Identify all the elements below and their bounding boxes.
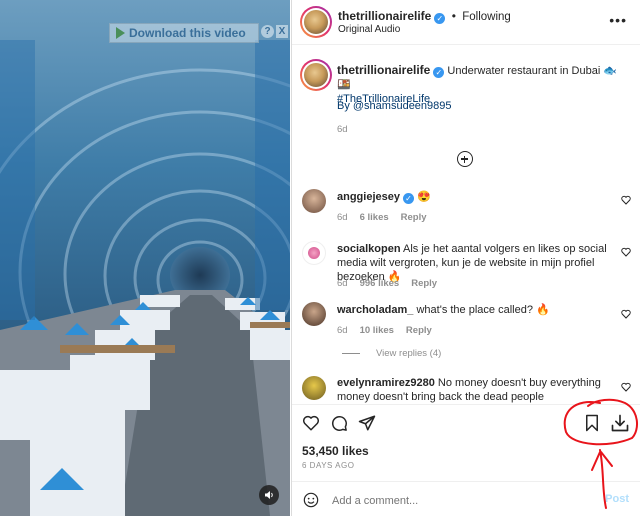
post-panel: thetrillionairelife ✓ • Following Origina… [291, 0, 640, 516]
caption-credit[interactable]: By @shamsudeen9895 [337, 100, 452, 112]
comment-icon[interactable] [330, 414, 348, 432]
comments-section[interactable]: thetrillionairelife ✓ Underwater restaura… [292, 45, 640, 403]
add-comment-bar: Post [292, 481, 640, 518]
close-icon[interactable]: X [276, 25, 288, 38]
verified-badge-icon: ✓ [433, 67, 445, 78]
comment-username[interactable]: anggiejesey [337, 191, 400, 203]
like-icon[interactable] [302, 414, 320, 432]
comment-age: 6d [337, 278, 348, 289]
load-more-comments-icon[interactable] [457, 151, 473, 167]
comment-avatar[interactable] [302, 376, 326, 400]
comment-username[interactable]: socialkopen [337, 243, 401, 255]
post-actions: 53,450 likes 6 DAYS AGO Post [292, 404, 640, 515]
comment-text: 😍 [417, 191, 431, 203]
likes-count[interactable]: 53,450 likes [302, 444, 369, 458]
avatar[interactable] [300, 6, 332, 38]
like-comment-icon[interactable] [621, 382, 631, 392]
post-comment-button[interactable]: Post [605, 493, 629, 505]
comment-reply-button[interactable]: Reply [406, 325, 432, 336]
like-comment-icon[interactable] [621, 195, 631, 205]
comment-input[interactable] [330, 491, 584, 511]
comment-text: what's the place called? 🔥 [416, 304, 550, 316]
comment-avatar[interactable] [302, 241, 326, 265]
share-icon[interactable] [358, 414, 376, 432]
comment-username[interactable]: evelynramirez9280 [337, 377, 435, 389]
comment-age: 6d [337, 212, 348, 223]
emoji-icon[interactable] [303, 492, 319, 508]
download-video-button[interactable]: Download this video [109, 23, 259, 43]
caption-avatar[interactable] [300, 59, 332, 91]
save-bookmark-icon[interactable] [584, 414, 600, 432]
verified-badge-icon: ✓ [434, 13, 446, 24]
help-icon[interactable]: ? [261, 25, 274, 38]
view-replies-button[interactable]: View replies (4) [342, 348, 441, 359]
post-header: thetrillionairelife ✓ • Following Origina… [292, 0, 640, 45]
following-button[interactable]: Following [462, 11, 511, 23]
comment-likes[interactable]: 996 likes [360, 278, 400, 289]
verified-badge-icon: ✓ [402, 193, 414, 204]
comment-avatar[interactable] [302, 302, 326, 326]
like-comment-icon[interactable] [621, 247, 631, 257]
header-username[interactable]: thetrillionairelife [338, 9, 431, 23]
download-video-label: Download this video [129, 26, 246, 40]
comment-reply-button[interactable]: Reply [401, 212, 427, 223]
play-icon [116, 27, 125, 39]
comment-likes[interactable]: 10 likes [360, 325, 394, 336]
like-comment-icon[interactable] [621, 309, 631, 319]
caption-age: 6d [337, 124, 348, 135]
divider [342, 353, 360, 354]
video-player[interactable]: Download this video ? X [0, 0, 290, 516]
comment-age: 6d [337, 325, 348, 336]
comment-likes[interactable]: 6 likes [360, 212, 389, 223]
comment-reply-button[interactable]: Reply [411, 278, 437, 289]
more-options-icon[interactable]: ••• [609, 13, 627, 27]
caption-username[interactable]: thetrillionairelife [337, 63, 430, 77]
comment-avatar[interactable] [302, 189, 326, 213]
video-frame [0, 0, 290, 516]
download-icon[interactable] [610, 413, 630, 433]
volume-icon[interactable] [259, 485, 279, 505]
view-replies-label: View replies (4) [376, 348, 442, 359]
audio-link[interactable]: Original Audio [338, 24, 400, 35]
header-separator: • [451, 9, 456, 23]
post-timestamp: 6 DAYS AGO [302, 461, 355, 470]
comment-username[interactable]: warcholadam_ [337, 304, 413, 316]
